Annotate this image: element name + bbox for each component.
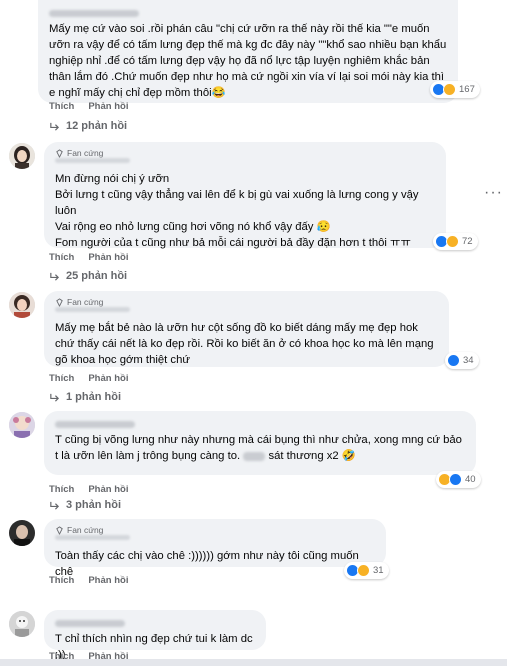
- comment-text: T cũng bị võng lưng như này nhưng mà cái…: [55, 434, 462, 462]
- replies-count: 12 phản hồi: [66, 120, 128, 132]
- comment-bubble: T chỉ thích nhìn ng đẹp chứ tui k làm dc…: [44, 610, 266, 661]
- view-replies[interactable]: 3 phản hồi: [49, 499, 121, 511]
- author-name-blurred[interactable]: [55, 158, 130, 163]
- more-options-icon[interactable]: ···: [484, 185, 503, 201]
- reply-arrow-icon: [50, 393, 60, 402]
- reaction-summary[interactable]: 31: [344, 562, 389, 579]
- author-name-blurred[interactable]: [55, 535, 130, 540]
- avatar[interactable]: [9, 611, 35, 637]
- like-button[interactable]: Thích: [49, 101, 74, 112]
- reply-button[interactable]: Phản hồi: [88, 373, 128, 384]
- diamond-icon: [56, 148, 63, 158]
- like-button[interactable]: Thích: [49, 252, 74, 263]
- like-button[interactable]: Thích: [49, 575, 74, 586]
- comment-text: Mấy mẹ bắt bẻ nào là ưỡn hư cột sống đồ …: [55, 322, 434, 366]
- avatar[interactable]: [9, 143, 35, 169]
- comment-actions: Thích Phản hồi: [49, 373, 128, 384]
- comment-actions: Thích Phản hồi: [49, 252, 128, 263]
- comment-text: Mấy mẹ cứ vào soi .rồi phán câu "chị cứ …: [49, 23, 447, 99]
- author-name-blurred[interactable]: [55, 421, 135, 428]
- like-button[interactable]: Thích: [49, 373, 74, 384]
- replies-count: 3 phản hồi: [66, 499, 121, 511]
- reaction-summary[interactable]: 72: [433, 233, 478, 250]
- avatar[interactable]: [9, 412, 35, 438]
- like-button[interactable]: Thích: [49, 484, 74, 495]
- haha-reaction-icon: [446, 235, 459, 248]
- reaction-summary[interactable]: 167: [430, 81, 480, 98]
- haha-reaction-icon: [443, 83, 456, 96]
- comment-bubble: Fan cứng Mn đừng nói chị ý ưỡn Bởi lưng …: [44, 142, 446, 249]
- reaction-summary[interactable]: 40: [436, 471, 481, 488]
- author-name-blurred[interactable]: [49, 5, 448, 21]
- reaction-count: 34: [463, 355, 474, 366]
- author-name-blurred[interactable]: [55, 307, 130, 312]
- avatar[interactable]: [9, 520, 35, 546]
- reaction-count: 40: [465, 474, 476, 485]
- comment-actions: Thích Phản hồi: [49, 101, 128, 112]
- avatar[interactable]: [9, 292, 35, 318]
- comment-actions: Thích Phản hồi: [49, 575, 128, 586]
- fan-badge: Fan cứng: [55, 297, 103, 307]
- fan-badge: Fan cứng: [55, 148, 103, 158]
- comment-actions: Thích Phản hồi: [49, 484, 128, 495]
- reply-button[interactable]: Phản hồi: [88, 101, 128, 112]
- replies-count: 25 phản hồi: [66, 270, 128, 282]
- comment-bubble: Fan cứng Mấy mẹ bắt bẻ nào là ưỡn hư cột…: [44, 291, 449, 367]
- reaction-count: 31: [373, 565, 384, 576]
- view-replies[interactable]: 12 phản hồi: [49, 120, 127, 132]
- comment-text: Mn đừng nói chị ý ưỡn Bởi lưng t cũng vậ…: [55, 173, 419, 249]
- diamond-icon: [56, 297, 63, 307]
- reaction-summary[interactable]: 34: [445, 352, 479, 369]
- reply-button[interactable]: Phản hồi: [88, 484, 128, 495]
- replies-count: 1 phản hồi: [66, 391, 121, 403]
- reply-arrow-icon: [50, 501, 60, 510]
- reply-button[interactable]: Phản hồi: [88, 252, 128, 263]
- reply-arrow-icon: [50, 122, 60, 131]
- comment-bubble: T cũng bị võng lưng như này nhưng mà cái…: [44, 411, 476, 475]
- like-reaction-icon: [449, 473, 462, 486]
- comment-bubble: Mấy mẹ cứ vào soi .rồi phán câu "chị cứ …: [38, 0, 458, 103]
- reaction-count: 72: [462, 236, 473, 247]
- like-reaction-icon: [447, 354, 460, 367]
- fan-badge: Fan cứng: [55, 525, 103, 535]
- bottom-divider: [0, 659, 507, 666]
- comment-bubble: Fan cứng Toàn thấy các chị vào chê :))))…: [44, 519, 386, 578]
- haha-reaction-icon: [357, 564, 370, 577]
- author-name-blurred[interactable]: [55, 620, 125, 627]
- view-replies[interactable]: 1 phản hồi: [49, 391, 121, 403]
- reply-arrow-icon: [50, 272, 60, 281]
- reaction-count: 167: [459, 84, 475, 95]
- blurred-word: [243, 451, 266, 461]
- reply-button[interactable]: Phản hồi: [88, 575, 128, 586]
- diamond-icon: [56, 525, 63, 535]
- view-replies[interactable]: 25 phản hồi: [49, 270, 127, 282]
